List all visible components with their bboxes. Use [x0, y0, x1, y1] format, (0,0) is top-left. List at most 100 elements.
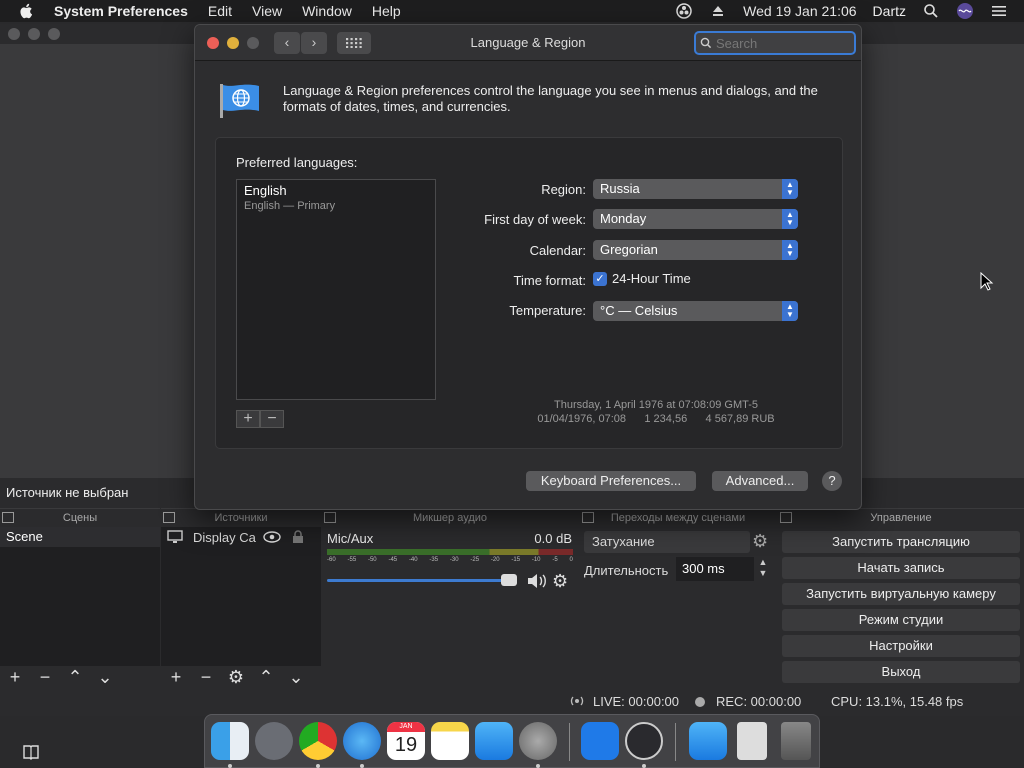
system-preferences-icon[interactable]: [519, 722, 557, 760]
audio-mixer: Mic/Aux 0.0 dB -60 -55 -50 -45 -40 -35 -…: [322, 527, 578, 687]
trash-icon[interactable]: [781, 722, 811, 760]
app-store-icon[interactable]: [475, 722, 513, 760]
start-streaming-button[interactable]: Запустить трансляцию: [782, 531, 1020, 553]
live-timer: LIVE: 00:00:00: [593, 694, 680, 709]
running-indicator: [360, 764, 364, 768]
move-source-down-button[interactable]: ⌄: [281, 666, 311, 688]
move-scene-down-button[interactable]: ⌄: [90, 666, 120, 688]
speaker-icon[interactable]: [526, 572, 548, 590]
obs-icon[interactable]: [625, 722, 663, 760]
volume-fader-track[interactable]: [327, 579, 517, 582]
obs-minimize-button[interactable]: [28, 28, 40, 40]
menu-app-name[interactable]: System Preferences: [54, 3, 188, 19]
notification-center-icon[interactable]: [990, 2, 1008, 20]
obs-status-icon[interactable]: [675, 2, 693, 20]
chrome-icon[interactable]: [299, 722, 337, 760]
start-virtual-camera-button[interactable]: Запустить виртуальную камеру: [782, 583, 1020, 605]
scenes-list[interactable]: Scene: [0, 527, 160, 667]
source-settings-gear-icon[interactable]: ⚙: [221, 666, 251, 688]
wifi-icon[interactable]: [581, 722, 619, 760]
obs-docks: Сцены Scene + − ⌃ ⌄ Источники Display Ca…: [0, 508, 1024, 688]
meter-scale: -60 -55 -50 -45 -40 -35 -30 -25 -20 -15 …: [327, 557, 573, 567]
lock-icon[interactable]: [291, 530, 305, 544]
settings-group-box: Preferred languages: English English — P…: [215, 137, 843, 449]
source-item[interactable]: Display Ca: [161, 527, 321, 547]
temperature-label: Temperature:: [509, 303, 586, 318]
transition-select[interactable]: Затухание: [584, 531, 750, 553]
menu-user[interactable]: Dartz: [873, 3, 906, 19]
menu-window[interactable]: Window: [302, 3, 352, 19]
mouse-cursor-icon: [980, 272, 994, 291]
duration-stepper[interactable]: ▲ ▼: [756, 557, 770, 581]
rec-dot-icon: [695, 697, 705, 707]
remove-source-button[interactable]: −: [191, 666, 221, 688]
finder-icon[interactable]: [211, 722, 249, 760]
undock-icon[interactable]: [780, 512, 792, 523]
keyboard-preferences-button[interactable]: Keyboard Preferences...: [526, 471, 696, 491]
calendar-icon[interactable]: JAN 19: [387, 722, 425, 760]
calendar-label: Calendar:: [529, 243, 586, 258]
time-format-checkbox-label[interactable]: 24-Hour Time: [612, 271, 691, 286]
transitions-title: Переходы между сценами: [610, 512, 746, 524]
time-format-checkbox[interactable]: ✓: [593, 272, 607, 286]
apple-menu-icon[interactable]: [18, 2, 36, 20]
help-button[interactable]: ?: [822, 471, 842, 491]
add-source-button[interactable]: +: [161, 666, 191, 688]
controls-panel-header: Управление: [778, 508, 1024, 526]
first-day-popup[interactable]: Monday ▲ ▼: [593, 209, 798, 229]
language-name[interactable]: English: [244, 183, 287, 198]
installer-document-icon[interactable]: [737, 722, 767, 760]
meter-tick: -10: [531, 557, 541, 563]
obs-zoom-button[interactable]: [48, 28, 60, 40]
undock-icon[interactable]: [163, 512, 175, 523]
volume-fader-handle[interactable]: [501, 574, 517, 586]
region-popup[interactable]: Russia ▲ ▼: [593, 179, 798, 199]
transition-gear-icon[interactable]: ⚙: [752, 531, 768, 552]
running-indicator: [228, 764, 232, 768]
menu-edit[interactable]: Edit: [208, 3, 232, 19]
visibility-eye-icon[interactable]: [263, 531, 281, 543]
add-scene-button[interactable]: +: [0, 666, 30, 688]
safari-icon[interactable]: [343, 722, 381, 760]
remove-language-button[interactable]: −: [260, 410, 284, 428]
running-indicator: [316, 764, 320, 768]
calendar-popup[interactable]: Gregorian ▲ ▼: [593, 240, 798, 260]
undock-icon[interactable]: [2, 512, 14, 523]
menu-view[interactable]: View: [252, 3, 282, 19]
language-add-remove: + −: [236, 410, 284, 428]
siri-icon[interactable]: [956, 2, 974, 20]
duration-input[interactable]: 300 ms: [676, 557, 754, 581]
spotlight-search-icon[interactable]: [922, 2, 940, 20]
move-scene-up-button[interactable]: ⌃: [60, 666, 90, 688]
advanced-button[interactable]: Advanced...: [712, 471, 808, 491]
undock-icon[interactable]: [582, 512, 594, 523]
temperature-popup[interactable]: °C — Celsius ▲ ▼: [593, 301, 798, 321]
language-region-window: ‹ › Language & Region Language & Region …: [194, 24, 862, 510]
studio-mode-button[interactable]: Режим студии: [782, 609, 1020, 631]
scene-item[interactable]: Scene: [0, 527, 160, 547]
menu-clock[interactable]: Wed 19 Jan 21:06: [743, 3, 856, 19]
app-store-download-icon[interactable]: [689, 722, 727, 760]
mixer-settings-gear-icon[interactable]: ⚙: [552, 571, 568, 592]
sources-toolbar: + − ⚙ ⌃ ⌄: [161, 666, 321, 688]
obs-close-button[interactable]: [8, 28, 20, 40]
search-field[interactable]: [694, 31, 856, 55]
search-input[interactable]: [716, 34, 848, 52]
controls-title: Управление: [870, 512, 932, 524]
notes-icon[interactable]: [431, 722, 469, 760]
transition-selected: Затухание: [592, 534, 655, 549]
add-language-button[interactable]: +: [236, 410, 260, 428]
book-icon[interactable]: [22, 744, 40, 760]
menu-help[interactable]: Help: [372, 3, 401, 19]
first-day-value: Monday: [600, 211, 647, 226]
exit-button[interactable]: Выход: [782, 661, 1020, 683]
launchpad-icon[interactable]: [255, 722, 293, 760]
start-recording-button[interactable]: Начать запись: [782, 557, 1020, 579]
sources-list[interactable]: Display Ca: [161, 527, 321, 667]
eject-icon[interactable]: [709, 2, 727, 20]
remove-scene-button[interactable]: −: [30, 666, 60, 688]
language-detail: English — Primary: [244, 200, 336, 212]
move-source-up-button[interactable]: ⌃: [251, 666, 281, 688]
settings-button[interactable]: Настройки: [782, 635, 1020, 657]
undock-icon[interactable]: [324, 512, 336, 523]
